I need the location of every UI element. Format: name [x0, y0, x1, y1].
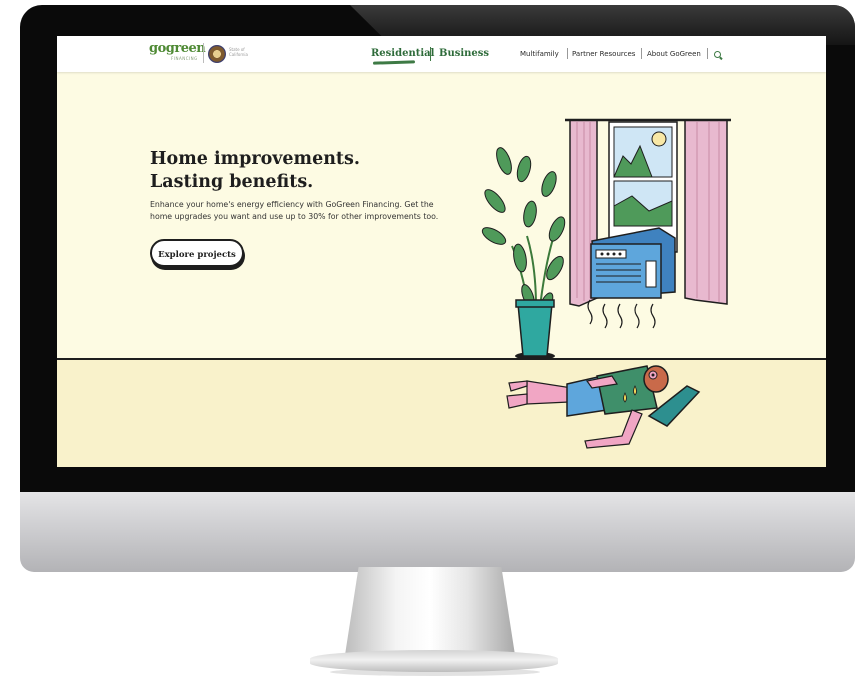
nav-partner-resources[interactable]: Partner Resources — [572, 50, 635, 58]
active-tab-underline — [372, 60, 416, 65]
search-icon[interactable] — [714, 51, 721, 58]
nav-divider — [567, 48, 568, 59]
sun-icon — [651, 131, 667, 147]
state-seal-icon — [208, 45, 226, 63]
headline-line-2: Lasting benefits. — [150, 172, 314, 192]
explore-projects-button[interactable]: Explore projects — [150, 239, 244, 267]
logo-subtitle: FINANCING — [171, 56, 198, 61]
gogreen-logo[interactable]: gogreen — [149, 41, 206, 56]
right-curtain — [684, 119, 728, 305]
logo-divider — [203, 43, 204, 63]
plant-pot — [517, 303, 553, 357]
monitor-base — [310, 650, 558, 672]
person-arm — [584, 409, 643, 449]
nav-divider — [707, 48, 708, 59]
top-navigation: gogreen FINANCING State of California Re… — [57, 36, 826, 72]
state-label: State of California — [229, 47, 248, 57]
plant-leaves — [481, 147, 566, 316]
person-legs — [526, 380, 573, 405]
headline-line-1: Home improvements. — [150, 149, 360, 169]
nav-business[interactable]: Business — [439, 48, 489, 59]
nav-residential[interactable]: Residential — [371, 48, 434, 59]
nav-divider — [641, 48, 642, 59]
nav-divider — [430, 47, 431, 61]
nav-multifamily[interactable]: Multifamily — [520, 50, 559, 58]
monitor-stand — [345, 567, 515, 655]
monitor-chin — [20, 492, 855, 572]
nav-about-gogreen[interactable]: About GoGreen — [647, 50, 701, 58]
hero-headline: Home improvements. Lasting benefits. — [150, 148, 360, 194]
hero-description: Enhance your home's energy efficiency wi… — [150, 200, 439, 221]
website-screen: gogreen FINANCING State of California Re… — [57, 36, 826, 467]
person-head — [643, 365, 669, 393]
